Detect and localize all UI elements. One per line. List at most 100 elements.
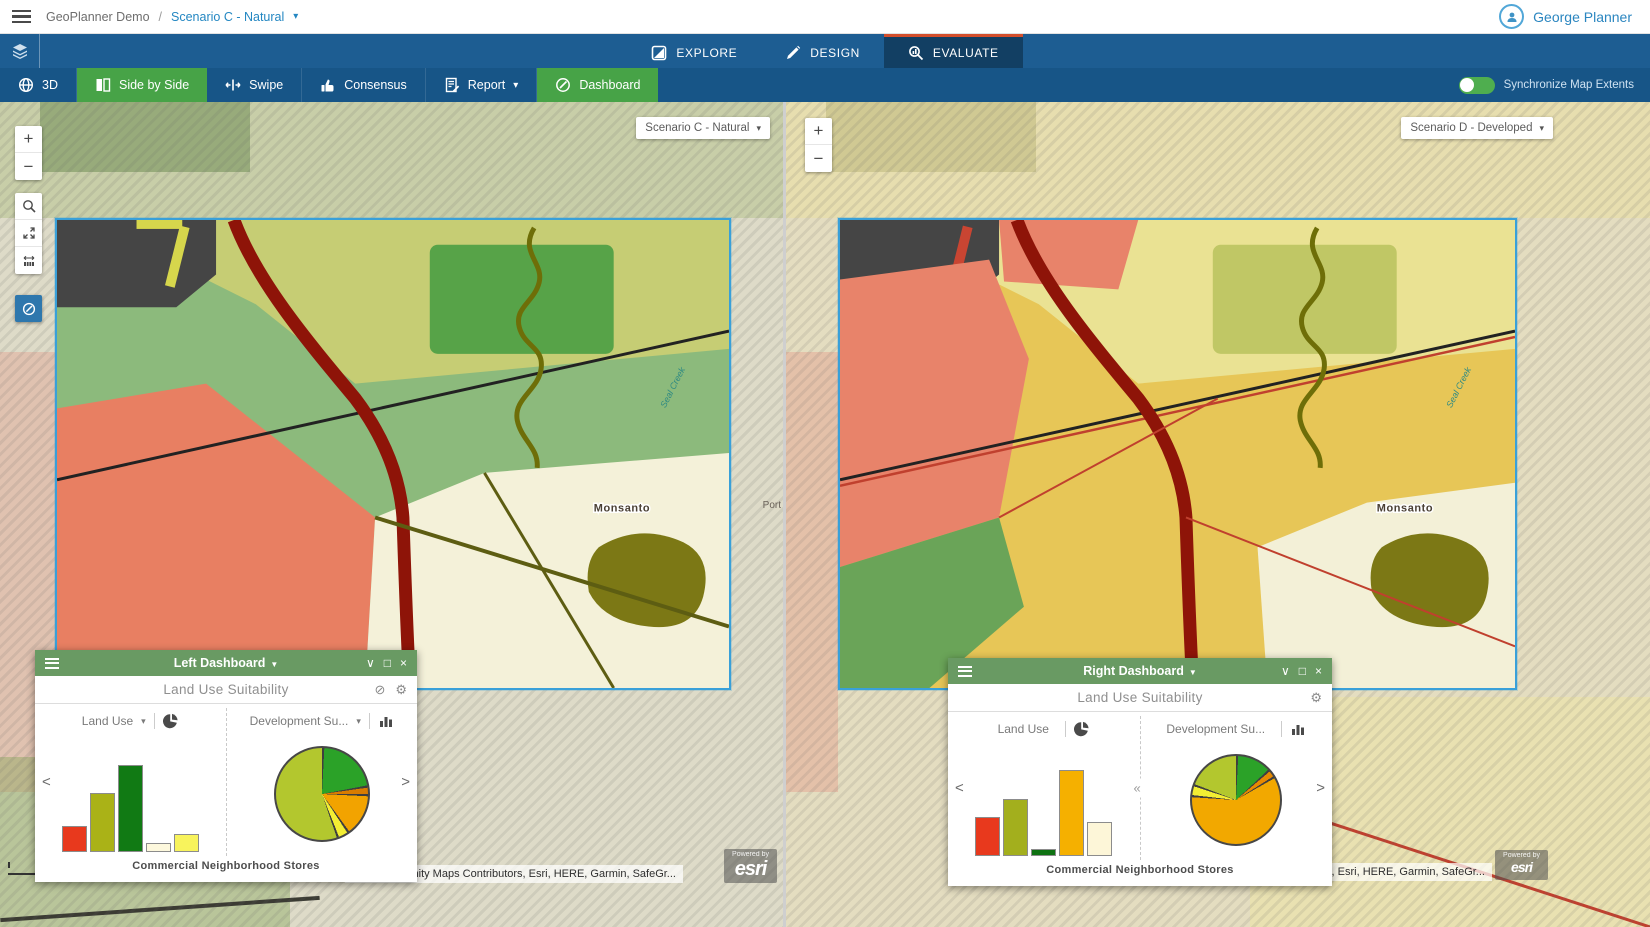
primary-nav: EXPLORE DESIGN EVALUATE (0, 34, 1650, 68)
tab-label: EXPLORE (676, 46, 737, 60)
map-place-label: Monsanto (1377, 503, 1433, 515)
breadcrumb-scenario-link[interactable]: Scenario C - Natural (171, 10, 284, 24)
dashboard-subtitle: Land Use Suitability (163, 682, 288, 697)
collapse-icon[interactable]: ∨ (366, 656, 375, 670)
tab-evaluate[interactable]: EVALUATE (884, 34, 1023, 68)
sync-extents-toggle[interactable] (1459, 77, 1495, 94)
menu-hamburger-icon[interactable] (0, 10, 40, 24)
suitability-pie-chart[interactable] (274, 746, 370, 842)
collapse-icon[interactable]: ∨ (1281, 664, 1290, 678)
prev-chart-arrow[interactable]: < (42, 774, 51, 791)
dashboard-tool-left (15, 295, 42, 322)
panel-divider: « (1140, 716, 1141, 860)
map-tools-left (15, 193, 42, 274)
zoom-out-button[interactable]: − (805, 145, 832, 172)
chevron-down-icon: ▾ (756, 123, 761, 134)
tab-explore[interactable]: EXPLORE (627, 34, 761, 68)
tab-design[interactable]: DESIGN (761, 34, 884, 68)
chart-selector[interactable]: Development Su... (250, 714, 349, 728)
swipe-measure-icon[interactable] (15, 247, 42, 274)
map-edge-label: Port (763, 500, 781, 511)
chart-selector[interactable]: Land Use (998, 722, 1049, 736)
study-area-extent-right[interactable]: Monsanto Seal Creek (838, 218, 1517, 690)
map-place-label: Monsanto (594, 503, 650, 515)
chart-footer-label: Commercial Neighborhood Stores (948, 864, 1332, 886)
app-header: GeoPlanner Demo / Scenario C - Natural ▾… (0, 0, 1650, 34)
report-button[interactable]: Report ▾ (426, 68, 538, 102)
gear-icon[interactable]: ⚙ (395, 682, 407, 698)
dashboard-body: < Land Use ▾ Development Su... (35, 704, 417, 860)
3d-button[interactable]: 3D (0, 68, 77, 102)
consensus-button[interactable]: Consensus (302, 68, 426, 102)
search-icon[interactable] (15, 193, 42, 220)
landuse-bar-chart[interactable] (62, 740, 199, 852)
chevron-down-icon[interactable]: ▾ (141, 716, 146, 727)
dashboard-button[interactable]: Dashboard (537, 68, 658, 102)
chart-panel-landuse: Land Use ▾ (35, 704, 226, 860)
sync-extents-control: Synchronize Map Extents (1459, 68, 1650, 102)
toolbar-label: Swipe (249, 78, 283, 92)
tab-label: EVALUATE (933, 46, 999, 60)
chart-selector[interactable]: Land Use (82, 714, 133, 728)
map-pane-left[interactable]: Monsanto Seal Creek Port + − (0, 102, 783, 927)
breadcrumb-separator: / (159, 10, 162, 24)
user-avatar-icon[interactable] (1499, 4, 1524, 29)
swipe-button[interactable]: Swipe (207, 68, 302, 102)
esri-brand: esri (735, 858, 767, 880)
dashboard-title-text: Right Dashboard (1083, 664, 1184, 678)
right-dashboard-header[interactable]: Right Dashboard ▼ ∨ □ × (948, 658, 1332, 684)
side-by-side-button[interactable]: Side by Side (77, 68, 207, 102)
globe-slash-icon[interactable]: ⊘ (374, 682, 385, 698)
right-dashboard-window[interactable]: Right Dashboard ▼ ∨ □ × Land Use Suitabil… (948, 658, 1332, 886)
tab-strip: EXPLORE DESIGN EVALUATE (0, 34, 1650, 68)
esri-brand: esri (1511, 859, 1532, 875)
study-area-extent-left[interactable]: Monsanto Seal Creek (55, 218, 731, 690)
map-pane-right[interactable]: Monsanto Seal Creek + − Scenario D - Dev… (786, 102, 1650, 927)
tab-label: DESIGN (810, 46, 860, 60)
next-chart-arrow[interactable]: > (1316, 780, 1325, 797)
prev-chart-arrow[interactable]: < (955, 780, 964, 797)
maximize-icon[interactable]: □ (384, 656, 391, 670)
collapse-panel-icon[interactable]: « (1134, 779, 1141, 798)
left-dashboard-window[interactable]: Left Dashboard▼ ∨ □ × Land Use Suitabili… (35, 650, 417, 882)
chart-selector[interactable]: Development Su... (1166, 722, 1265, 736)
pie-chart-icon[interactable] (163, 713, 179, 729)
map-workspace: Monsanto Seal Creek Port + − (0, 102, 1650, 927)
zoom-in-button[interactable]: + (15, 126, 42, 153)
bar-chart-icon[interactable] (378, 713, 394, 729)
suitability-map-natural: Monsanto Seal Creek (57, 220, 729, 688)
caret-down-icon: ▼ (1189, 668, 1197, 677)
user-menu[interactable]: George Planner (1499, 4, 1650, 29)
breadcrumb-caret-icon[interactable]: ▾ (293, 11, 298, 22)
dashboard-title[interactable]: Left Dashboard▼ (35, 656, 417, 670)
chevron-down-icon[interactable]: ▾ (356, 716, 361, 727)
chart-panel-landuse: Land Use (948, 712, 1140, 864)
landuse-bar-chart[interactable] (975, 744, 1112, 856)
maximize-icon[interactable]: □ (1299, 664, 1306, 678)
scenario-selector-right[interactable]: Scenario D - Developed ▾ (1401, 117, 1553, 139)
left-dashboard-header[interactable]: Left Dashboard▼ ∨ □ × (35, 650, 417, 676)
toolbar-label: Dashboard (579, 78, 640, 92)
dashboard-title[interactable]: Right Dashboard ▼ (948, 664, 1332, 678)
report-caret-icon[interactable]: ▾ (513, 80, 518, 91)
dashboard-gauge-icon[interactable] (15, 295, 42, 322)
zoom-out-button[interactable]: − (15, 153, 42, 180)
sync-extents-label: Synchronize Map Extents (1504, 79, 1634, 91)
close-icon[interactable]: × (1315, 664, 1322, 678)
powered-by-label: Powered by (732, 851, 769, 858)
zoom-in-button[interactable]: + (805, 118, 832, 145)
dashboard-subtitle: Land Use Suitability (1077, 690, 1202, 705)
gear-icon[interactable]: ⚙ (1310, 690, 1322, 706)
expand-icon[interactable] (15, 220, 42, 247)
toolbar-label: Report (468, 78, 506, 92)
scenario-selector-left[interactable]: Scenario C - Natural ▾ (636, 117, 770, 139)
bar-chart-icon[interactable] (1290, 721, 1306, 737)
close-icon[interactable]: × (400, 656, 407, 670)
breadcrumb: GeoPlanner Demo / Scenario C - Natural ▾ (46, 10, 298, 24)
suitability-pie-chart[interactable] (1190, 754, 1282, 846)
chart-panel-suitability: Development Su... ▾ (227, 704, 418, 860)
pie-chart-icon[interactable] (1074, 721, 1090, 737)
next-chart-arrow[interactable]: > (401, 774, 410, 791)
breadcrumb-app: GeoPlanner Demo (46, 10, 150, 24)
chart-footer-label: Commercial Neighborhood Stores (35, 860, 417, 882)
